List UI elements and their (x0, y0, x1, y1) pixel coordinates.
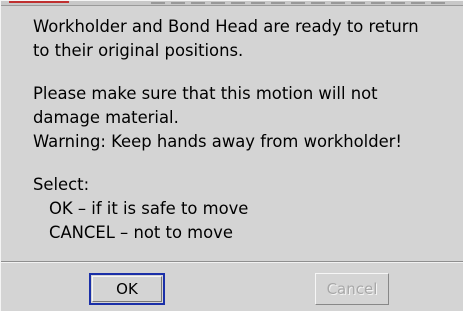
window-top-accent (9, 1, 69, 3)
window-top-edge (1, 1, 463, 6)
ok-button[interactable]: OK (89, 273, 165, 305)
button-separator (1, 261, 463, 263)
warning-line: Warning: Keep hands away from workholder… (33, 132, 402, 151)
message-line: damage material. (33, 108, 179, 127)
window-title-remnant (151, 2, 451, 4)
cancel-button: Cancel (315, 273, 389, 305)
ok-button-label: OK (92, 276, 162, 302)
dialog-message: Workholder and Bond Head are ready to re… (33, 15, 461, 245)
message-spacer (33, 154, 461, 173)
message-line: Please make sure that this motion will n… (33, 84, 378, 103)
message-spacer (33, 63, 461, 82)
message-line: to their original positions. (33, 41, 244, 60)
message-line: Workholder and Bond Head are ready to re… (33, 17, 419, 36)
cancel-instruction: CANCEL – not to move (49, 223, 233, 242)
ok-instruction: OK – if it is safe to move (49, 199, 249, 218)
select-heading: Select: (33, 175, 90, 194)
confirmation-dialog: Workholder and Bond Head are ready to re… (0, 0, 463, 311)
